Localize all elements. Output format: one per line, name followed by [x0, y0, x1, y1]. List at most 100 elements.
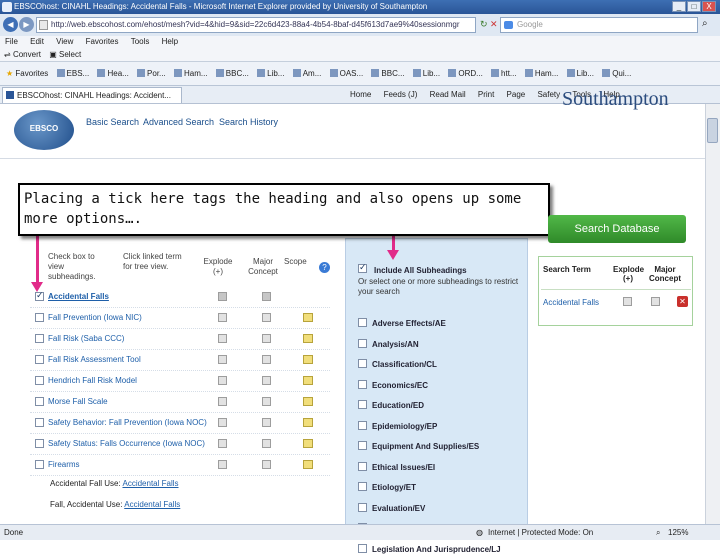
subheading-checkbox[interactable]: [358, 441, 367, 450]
favorite-link[interactable]: ORD...: [448, 62, 483, 85]
major-concept-checkbox[interactable]: [262, 376, 271, 385]
scope-note-icon[interactable]: [303, 418, 313, 427]
scope-note-icon[interactable]: [303, 355, 313, 364]
vertical-scrollbar[interactable]: [705, 104, 720, 524]
menu-tools[interactable]: Tools: [131, 37, 150, 46]
explode-checkbox[interactable]: [218, 397, 227, 406]
term-link[interactable]: Morse Fall Scale: [48, 397, 108, 406]
subheading-checkbox[interactable]: [358, 461, 367, 471]
browser-tab[interactable]: EBSCOhost: CINAHL Headings: Accident...: [2, 87, 182, 103]
search-history-link[interactable]: Search History: [219, 117, 278, 127]
search-input[interactable]: Google: [500, 17, 698, 33]
advanced-search-link[interactable]: Advanced Search: [143, 117, 214, 127]
result-major-checkbox[interactable]: [651, 297, 660, 306]
help-icon[interactable]: ?: [319, 262, 330, 273]
favorite-link[interactable]: htt...: [491, 62, 517, 85]
scope-note-icon[interactable]: [303, 460, 313, 469]
scope-note-icon[interactable]: [303, 376, 313, 385]
major-concept-checkbox[interactable]: [262, 313, 271, 322]
explode-checkbox[interactable]: [218, 418, 227, 427]
explode-checkbox[interactable]: [218, 460, 227, 469]
favorite-link[interactable]: Lib...: [412, 62, 440, 85]
ebsco-logo[interactable]: EBSCO: [14, 110, 74, 150]
favorite-link[interactable]: Lib...: [566, 62, 594, 85]
menu-edit[interactable]: Edit: [30, 37, 44, 46]
explode-checkbox[interactable]: [218, 376, 227, 385]
url-input[interactable]: http://web.ebscohost.com/ehost/mesh?vid=…: [36, 17, 476, 33]
subheading-checkbox[interactable]: [358, 420, 367, 430]
scope-note-icon[interactable]: [303, 334, 313, 343]
close-button[interactable]: X: [702, 1, 716, 12]
subheading-checkbox[interactable]: [358, 543, 367, 553]
major-concept-checkbox[interactable]: [262, 334, 271, 343]
major-concept-checkbox[interactable]: [262, 439, 271, 448]
explode-checkbox[interactable]: [218, 334, 227, 343]
scrollbar-thumb[interactable]: [707, 118, 718, 143]
scope-note-icon[interactable]: [303, 439, 313, 448]
back-button[interactable]: ◀: [3, 17, 18, 32]
explode-checkbox[interactable]: [218, 313, 227, 322]
maximize-button[interactable]: □: [687, 1, 701, 12]
page-menu[interactable]: Page: [507, 86, 526, 104]
forward-button[interactable]: ▶: [19, 17, 34, 32]
favorite-link[interactable]: Hea...: [97, 62, 129, 85]
include-all-checkbox[interactable]: [358, 262, 367, 273]
term-checkbox[interactable]: [35, 334, 44, 343]
term-checkbox[interactable]: [35, 460, 44, 469]
explode-checkbox[interactable]: [218, 292, 227, 301]
basic-search-link[interactable]: Basic Search: [86, 117, 139, 127]
minimize-button[interactable]: _: [672, 1, 686, 12]
favorite-link[interactable]: OAS...: [329, 62, 363, 85]
favorite-link[interactable]: Por...: [137, 62, 166, 85]
term-checkbox[interactable]: [35, 418, 44, 427]
term-checkbox[interactable]: [35, 313, 44, 322]
major-concept-checkbox[interactable]: [262, 292, 271, 301]
term-link[interactable]: Firearms: [48, 460, 80, 469]
term-link[interactable]: Hendrich Fall Risk Model: [48, 376, 137, 385]
home-button[interactable]: Home: [350, 86, 371, 104]
selected-term[interactable]: Accidental Falls: [543, 298, 599, 307]
print-button[interactable]: Print: [478, 86, 494, 104]
result-explode-checkbox[interactable]: [623, 297, 632, 306]
scope-note-icon[interactable]: [303, 397, 313, 406]
major-concept-checkbox[interactable]: [262, 418, 271, 427]
feeds-button[interactable]: Feeds (J): [384, 86, 418, 104]
favorite-link[interactable]: Ham...: [524, 62, 558, 85]
major-concept-checkbox[interactable]: [262, 460, 271, 469]
stop-icon[interactable]: ✕: [490, 19, 498, 30]
use-term-link[interactable]: Accidental Falls: [122, 479, 178, 488]
select-button[interactable]: Select: [59, 50, 81, 59]
major-concept-checkbox[interactable]: [262, 355, 271, 364]
favorites-button[interactable]: ★ Favorites: [6, 62, 48, 85]
explode-checkbox[interactable]: [218, 355, 227, 364]
explode-checkbox[interactable]: [218, 439, 227, 448]
major-concept-checkbox[interactable]: [262, 397, 271, 406]
term-checkbox[interactable]: [35, 355, 44, 364]
favorite-link[interactable]: Ham...: [173, 62, 208, 85]
menu-favorites[interactable]: Favorites: [86, 37, 119, 46]
favorite-link[interactable]: Qui...: [602, 62, 631, 85]
use-term-link[interactable]: Accidental Falls: [124, 500, 180, 509]
favorite-link[interactable]: Lib...: [257, 62, 284, 85]
remove-term-icon[interactable]: ✕: [677, 296, 688, 307]
term-checkbox[interactable]: [35, 376, 44, 385]
term-link[interactable]: Safety Behavior: Fall Prevention (Iowa N…: [48, 418, 207, 427]
term-link[interactable]: Accidental Falls: [48, 292, 109, 301]
search-database-button[interactable]: Search Database: [548, 215, 686, 243]
term-link[interactable]: Fall Prevention (Iowa NIC): [48, 313, 142, 322]
term-link[interactable]: Fall Risk (Saba CCC): [48, 334, 124, 343]
term-checkbox[interactable]: [35, 397, 44, 406]
safety-menu[interactable]: Safety: [537, 86, 560, 104]
convert-button[interactable]: Convert: [13, 50, 41, 59]
menu-view[interactable]: View: [56, 37, 73, 46]
favorite-link[interactable]: BBC...: [215, 62, 249, 85]
term-checkbox[interactable]: [35, 290, 44, 301]
favorite-link[interactable]: EBS...: [56, 62, 89, 85]
scope-note-icon[interactable]: [303, 313, 313, 322]
subheading-checkbox[interactable]: [358, 482, 367, 491]
subheading-checkbox[interactable]: [358, 379, 367, 389]
read-mail-button[interactable]: Read Mail: [430, 86, 466, 104]
subheading-checkbox[interactable]: [358, 502, 367, 512]
subheading-checkbox[interactable]: [358, 318, 367, 327]
term-checkbox[interactable]: [35, 439, 44, 448]
